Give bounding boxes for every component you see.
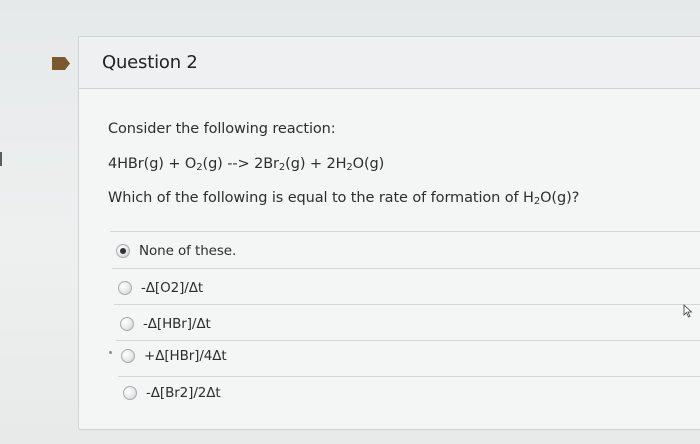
answers-divider xyxy=(118,376,700,377)
radio-button[interactable] xyxy=(121,349,135,363)
reaction-part: (g) --> 2Br xyxy=(202,156,279,172)
radio-button[interactable] xyxy=(116,244,130,258)
answer-label: -Δ[HBr]/Δt xyxy=(143,316,211,332)
answer-option[interactable]: -Δ[Br2]/2Δt xyxy=(123,382,221,404)
radio-button[interactable] xyxy=(118,281,132,295)
answer-label: None of these. xyxy=(139,243,237,259)
question-text-part: Which of the following is equal to the r… xyxy=(108,190,534,206)
answers-divider xyxy=(116,340,700,341)
mouse-cursor-icon xyxy=(683,304,693,318)
answer-label: +Δ[HBr]/4Δt xyxy=(144,348,227,364)
answer-label: -Δ[O2]/Δt xyxy=(141,280,204,296)
answers-divider xyxy=(110,231,700,232)
bookmark-flag-icon[interactable] xyxy=(52,57,70,70)
question-prompt: Consider the following reaction: xyxy=(108,121,336,137)
question-text: Which of the following is equal to the r… xyxy=(108,190,580,207)
reaction-part: O(g) xyxy=(352,156,385,172)
answer-option[interactable]: -Δ[O2]/Δt xyxy=(118,277,203,299)
radio-button[interactable] xyxy=(123,386,137,400)
answer-option[interactable]: None of these. xyxy=(116,240,236,262)
reaction-part: 4HBr(g) + O xyxy=(108,156,197,172)
question-card xyxy=(78,36,700,430)
radio-button[interactable] xyxy=(120,317,134,331)
edge-marker xyxy=(0,152,8,166)
answers-divider xyxy=(112,268,700,269)
question-title: Question 2 xyxy=(102,52,198,73)
stray-mark xyxy=(109,351,112,354)
answers-divider xyxy=(114,304,700,305)
answer-option[interactable]: -Δ[HBr]/Δt xyxy=(120,313,211,335)
question-text-part: O(g)? xyxy=(540,190,580,206)
reaction-equation: 4HBr(g) + O2(g) --> 2Br2(g) + 2H2O(g) xyxy=(108,156,385,173)
answer-option[interactable]: +Δ[HBr]/4Δt xyxy=(121,345,227,367)
quiz-page: Question 2 Consider the following reacti… xyxy=(0,0,700,444)
reaction-part: (g) + 2H xyxy=(285,156,347,172)
answer-label: -Δ[Br2]/2Δt xyxy=(146,385,221,401)
